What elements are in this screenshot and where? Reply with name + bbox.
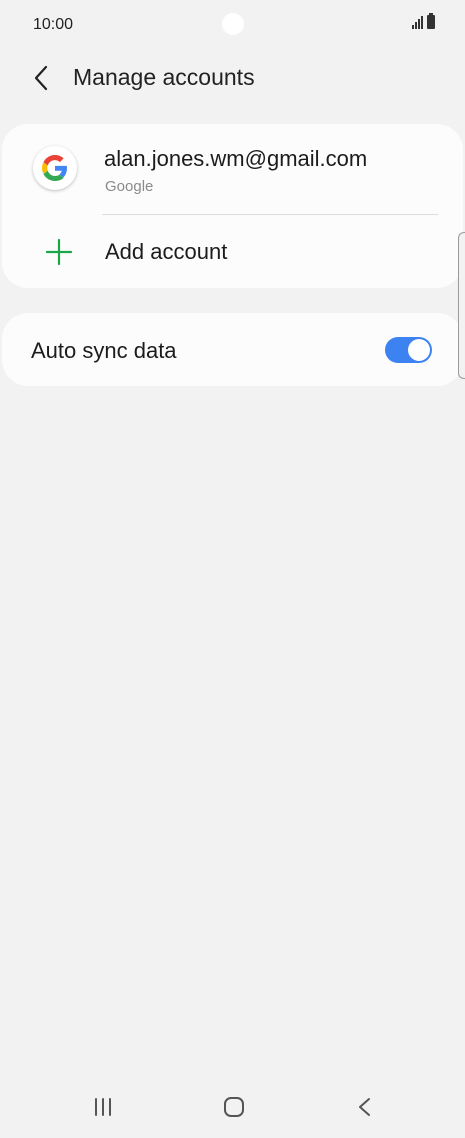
recent-apps-button[interactable]: [88, 1092, 118, 1122]
back-icon: [359, 1098, 370, 1116]
home-button[interactable]: [219, 1092, 249, 1122]
add-account-button[interactable]: Add account: [2, 215, 463, 288]
add-account-label: Add account: [105, 239, 228, 264]
navigation-bar: [0, 1078, 465, 1138]
nav-back-button[interactable]: [350, 1092, 380, 1122]
accounts-card: alan.jones.wm@gmail.com Google Add accou…: [2, 124, 463, 288]
auto-sync-card[interactable]: Auto sync data: [2, 313, 463, 386]
home-icon: [224, 1097, 244, 1117]
google-logo-icon: [33, 146, 77, 190]
toggle-knob: [408, 339, 430, 361]
chevron-left-icon: [34, 65, 48, 91]
camera-cutout: [222, 13, 244, 35]
signal-icon: [412, 15, 423, 29]
auto-sync-toggle[interactable]: [385, 337, 432, 363]
status-time: 10:00: [33, 16, 74, 33]
auto-sync-label: Auto sync data: [31, 338, 177, 363]
back-button[interactable]: [26, 61, 56, 95]
page-title: Manage accounts: [73, 64, 255, 90]
account-row-google[interactable]: alan.jones.wm@gmail.com Google: [2, 124, 463, 214]
battery-icon: [427, 13, 435, 29]
account-provider: Google: [105, 178, 154, 195]
account-email: alan.jones.wm@gmail.com: [104, 146, 368, 171]
status-icons: [412, 13, 435, 29]
status-bar: 10:00: [0, 0, 465, 50]
app-header: Manage accounts: [0, 55, 465, 101]
recent-apps-icon: [95, 1098, 111, 1116]
plus-icon: [46, 239, 72, 265]
scroll-handle[interactable]: [458, 232, 465, 379]
